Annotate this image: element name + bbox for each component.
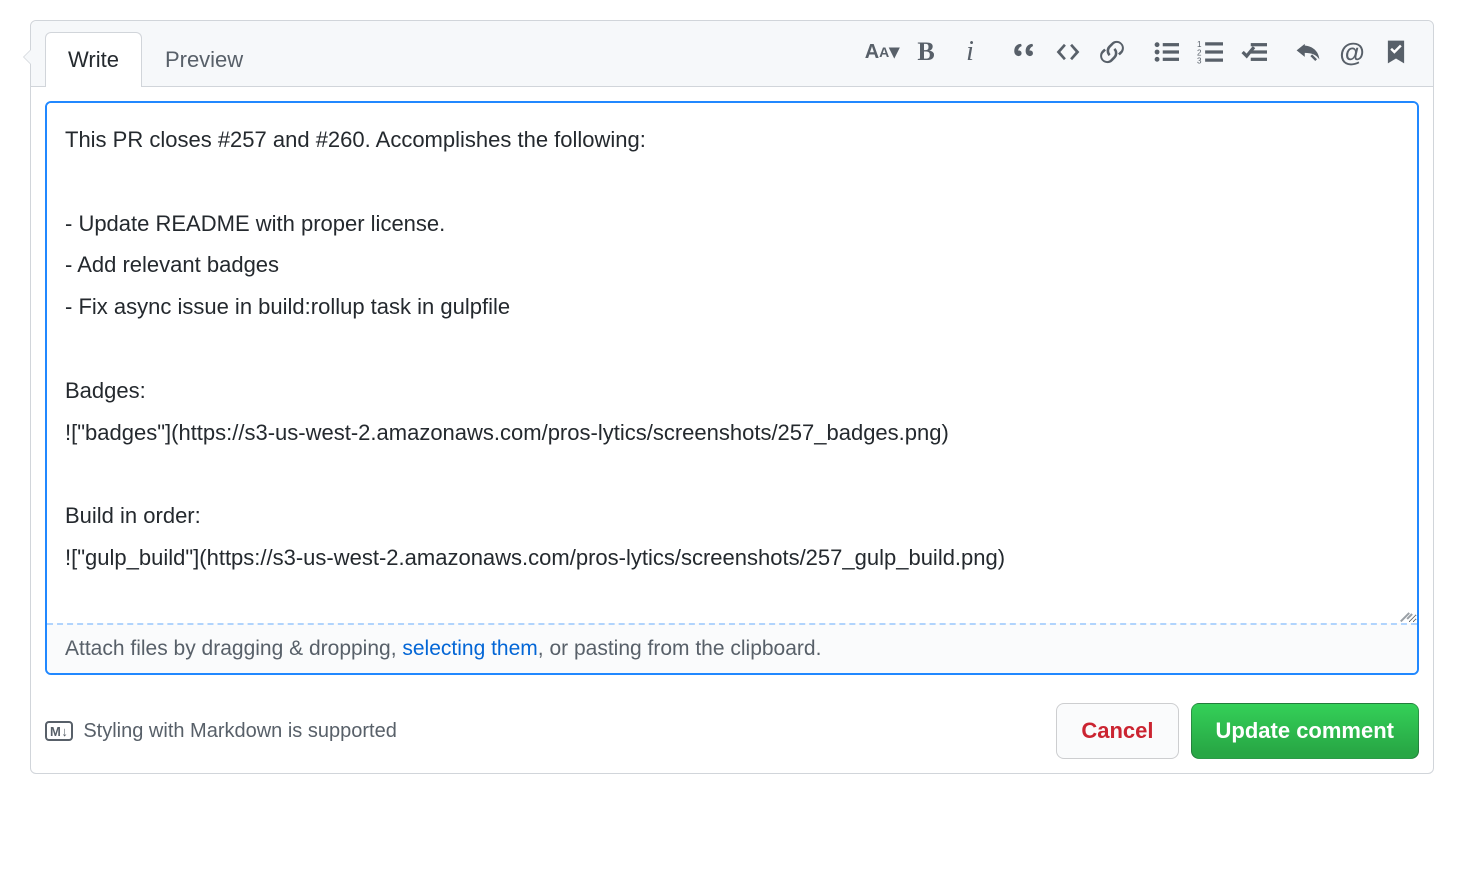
comment-textarea[interactable] — [47, 103, 1417, 623]
select-files-link[interactable]: selecting them — [402, 637, 537, 660]
toolbar-group-block — [1011, 39, 1125, 65]
update-comment-button[interactable]: Update comment — [1191, 703, 1419, 759]
formatting-toolbar: AA▾ B i 123 @ — [869, 39, 1419, 79]
markdown-hint-text: Styling with Markdown is supported — [83, 720, 396, 743]
tab-preview[interactable]: Preview — [142, 32, 266, 87]
tab-header: Write Preview AA▾ B i 123 @ — [31, 21, 1433, 87]
tabs: Write Preview — [45, 31, 266, 86]
reply-icon[interactable] — [1295, 39, 1321, 65]
attach-text-post: , or pasting from the clipboard. — [538, 637, 822, 660]
cancel-button[interactable]: Cancel — [1056, 703, 1178, 759]
unordered-list-icon[interactable] — [1153, 39, 1179, 65]
ordered-list-icon[interactable]: 123 — [1197, 39, 1223, 65]
form-footer: M↓ Styling with Markdown is supported Ca… — [31, 689, 1433, 773]
mention-icon[interactable]: @ — [1339, 39, 1365, 65]
svg-text:3: 3 — [1197, 56, 1202, 65]
markdown-hint[interactable]: M↓ Styling with Markdown is supported — [45, 720, 397, 743]
markdown-icon: M↓ — [45, 721, 73, 741]
link-icon[interactable] — [1099, 39, 1125, 65]
bookmark-icon[interactable] — [1383, 39, 1409, 65]
editor-area: Attach files by dragging & dropping, sel… — [31, 87, 1433, 689]
tab-write[interactable]: Write — [45, 32, 142, 87]
editor-wrap: Attach files by dragging & dropping, sel… — [45, 101, 1419, 675]
heading-icon[interactable]: AA▾ — [869, 39, 895, 65]
bold-icon[interactable]: B — [913, 39, 939, 65]
italic-icon[interactable]: i — [957, 39, 983, 65]
attach-hint[interactable]: Attach files by dragging & dropping, sel… — [47, 623, 1417, 673]
toolbar-group-text: AA▾ B i — [869, 39, 983, 65]
task-list-icon[interactable] — [1241, 39, 1267, 65]
quote-icon[interactable] — [1011, 39, 1037, 65]
toolbar-group-misc: @ — [1295, 39, 1409, 65]
code-icon[interactable] — [1055, 39, 1081, 65]
attach-text-pre: Attach files by dragging & dropping, — [65, 637, 402, 660]
toolbar-group-lists: 123 — [1153, 39, 1267, 65]
comment-form: Write Preview AA▾ B i 123 @ — [30, 20, 1434, 774]
